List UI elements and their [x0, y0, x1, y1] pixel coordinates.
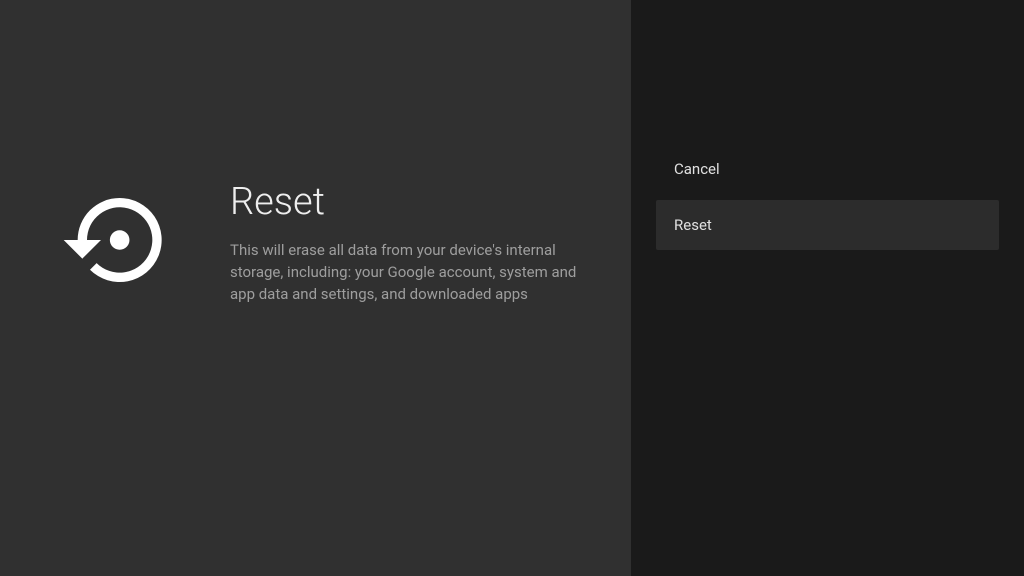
- restore-icon: [59, 184, 171, 296]
- content-text: Reset This will erase all data from your…: [230, 180, 630, 305]
- page-description: This will erase all data from your devic…: [230, 240, 590, 305]
- reset-label: Reset: [674, 216, 712, 234]
- cancel-button[interactable]: Cancel: [656, 144, 999, 194]
- cancel-label: Cancel: [674, 160, 720, 178]
- icon-container: [0, 180, 230, 296]
- content-pane: Reset This will erase all data from your…: [0, 0, 631, 576]
- reset-button[interactable]: Reset: [656, 200, 999, 250]
- options-pane: Cancel Reset: [631, 0, 1024, 576]
- page-title: Reset: [230, 180, 590, 224]
